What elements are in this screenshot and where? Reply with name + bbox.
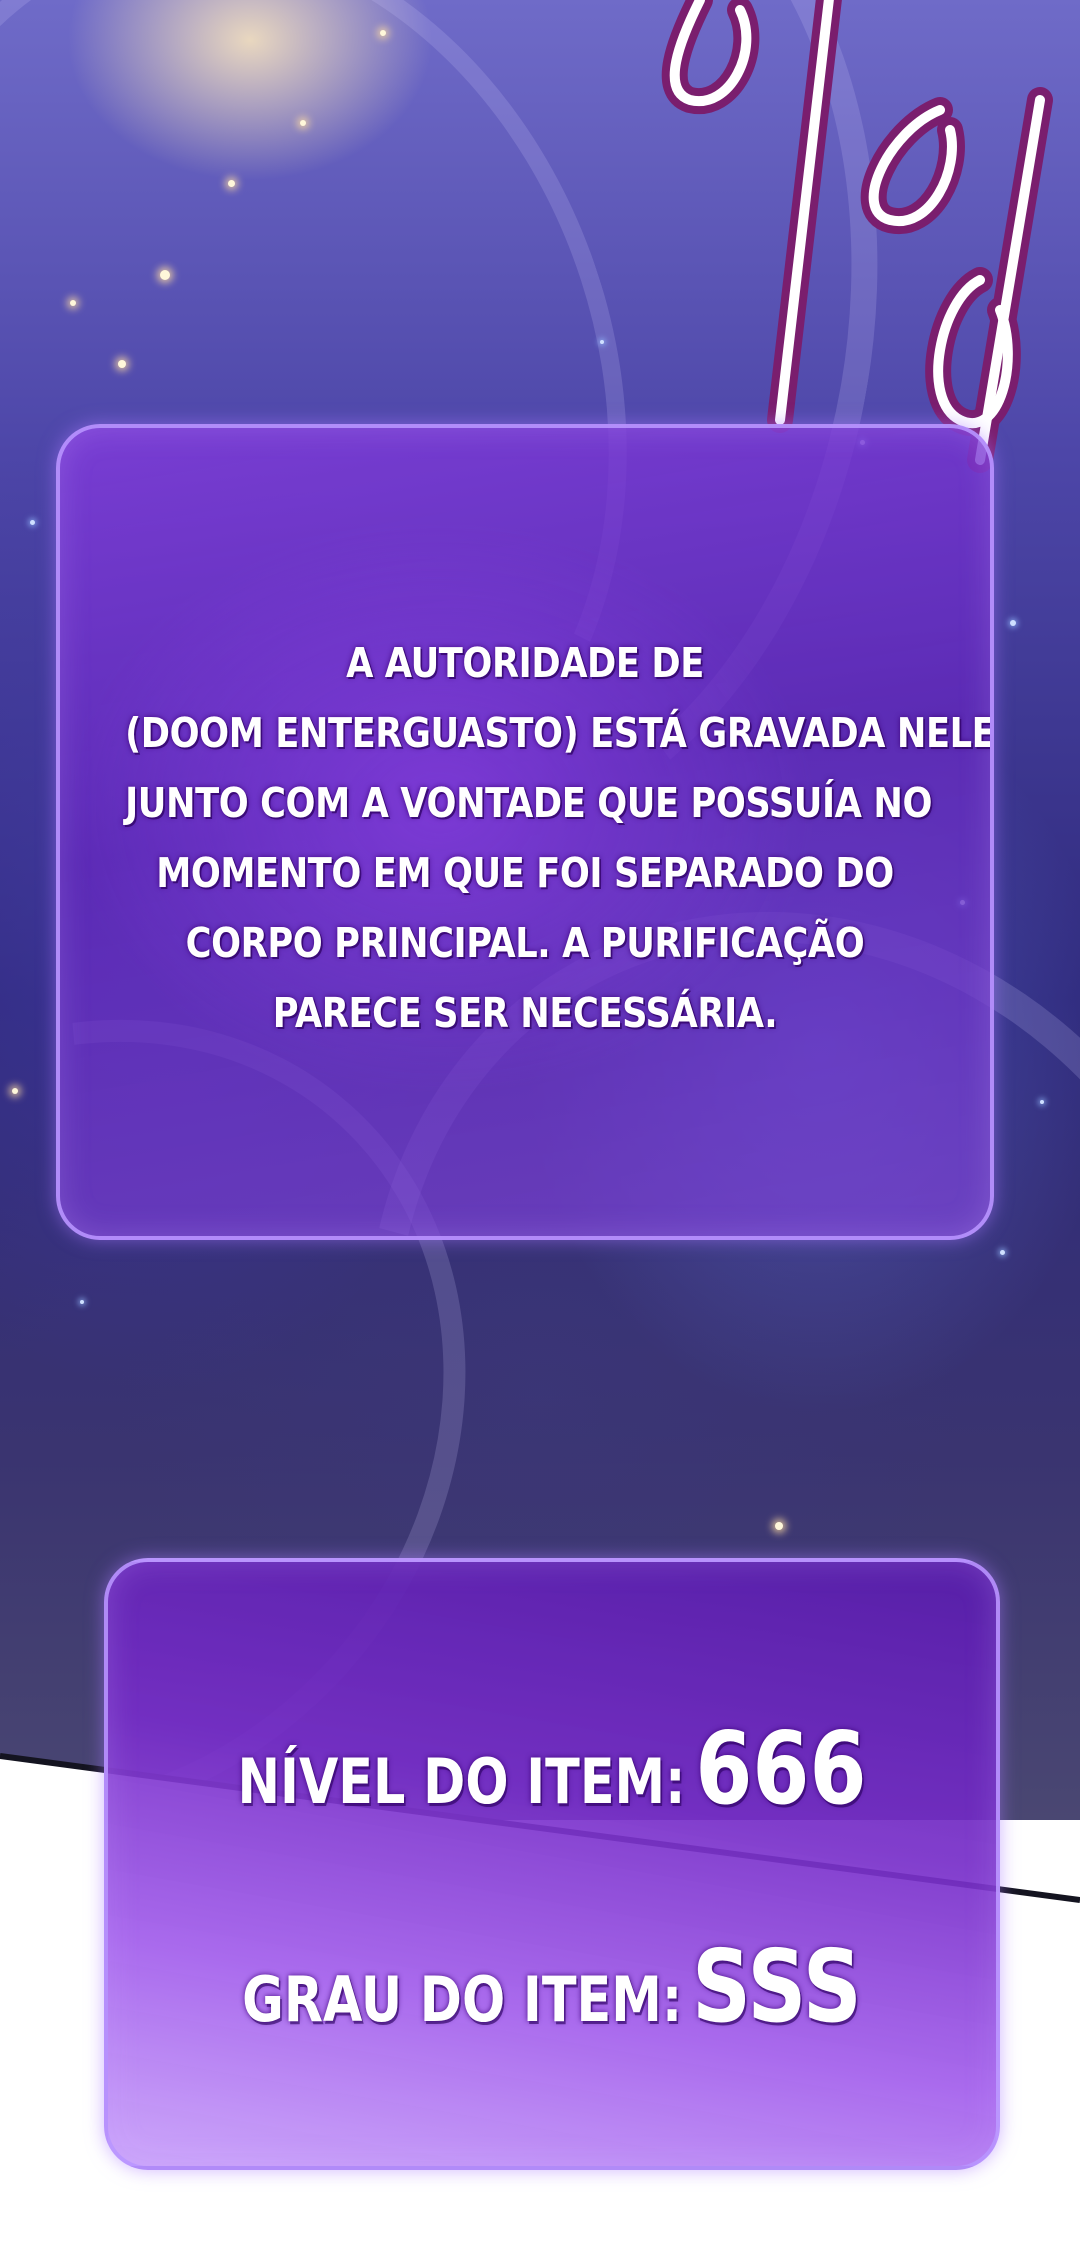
description-line: (DOOM ENTERGUASTO) ESTÁ GRAVADA NELE, bbox=[125, 709, 994, 757]
description-line: JUNTO COM A VONTADE QUE POSSUÍA NO bbox=[125, 779, 933, 827]
item-stats-panel: NÍVEL DO ITEM:666 GRAU DO ITEM:SSS bbox=[104, 1558, 1000, 2170]
description-text: A AUTORIDADE DE (DOOM ENTERGUASTO) ESTÁ … bbox=[125, 628, 994, 1048]
description-line: A AUTORIDADE DE bbox=[346, 639, 704, 687]
item-level-value: 666 bbox=[695, 1710, 867, 1827]
comic-panel-scene: A AUTORIDADE DE (DOOM ENTERGUASTO) ESTÁ … bbox=[0, 0, 1080, 2259]
description-line: PARECE SER NECESSÁRIA. bbox=[272, 989, 778, 1037]
item-level-row: NÍVEL DO ITEM:666 bbox=[188, 1710, 916, 1827]
item-grade-value: SSS bbox=[692, 1928, 862, 2045]
description-line: CORPO PRINCIPAL. A PURIFICAÇÃO bbox=[185, 919, 865, 967]
item-grade-label: GRAU DO ITEM: bbox=[242, 1963, 683, 2036]
description-line: MOMENTO EM QUE FOI SEPARADO DO bbox=[156, 849, 894, 897]
item-level-label: NÍVEL DO ITEM: bbox=[237, 1745, 686, 1818]
item-grade-row: GRAU DO ITEM:SSS bbox=[188, 1928, 916, 2045]
description-panel: A AUTORIDADE DE (DOOM ENTERGUASTO) ESTÁ … bbox=[56, 424, 994, 1240]
